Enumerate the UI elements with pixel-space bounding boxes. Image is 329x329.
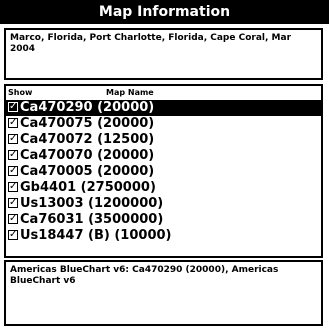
checkbox-checked-icon[interactable]: ✓	[8, 230, 18, 240]
checkbox-checked-icon[interactable]: ✓	[8, 118, 18, 128]
checkbox-checked-icon[interactable]: ✓	[8, 214, 18, 224]
checkbox-checked-icon[interactable]: ✓	[8, 150, 18, 160]
map-information-screen: Map Information Marco, Florida, Port Cha…	[0, 0, 329, 329]
map-name: Ca470075 (20000)	[20, 116, 155, 131]
checkbox-checked-icon[interactable]: ✓	[8, 166, 18, 176]
map-list-row[interactable]: ✓ Ca470075 (20000)	[6, 116, 321, 132]
map-name: Us13003 (1200000)	[20, 196, 164, 211]
map-list-row[interactable]: ✓ Ca470072 (12500)	[6, 132, 321, 148]
selected-map-info-text: Americas BlueChart v6: Ca470290 (20000),…	[10, 265, 279, 286]
selected-map-info-box: Americas BlueChart v6: Ca470290 (20000),…	[4, 260, 323, 326]
map-list-row[interactable]: ✓ Us18447 (B) (10000)	[6, 228, 321, 244]
map-list-row[interactable]: ✓ Ca470290 (20000)	[6, 100, 321, 116]
map-list-header: Show Map Name	[6, 86, 321, 100]
map-list-row[interactable]: ✓ Ca470070 (20000)	[6, 148, 321, 164]
map-list-row[interactable]: ✓ Ca470005 (20000)	[6, 164, 321, 180]
map-name: Gb4401 (2750000)	[20, 180, 156, 195]
map-name: Us18447 (B) (10000)	[20, 228, 172, 243]
map-name: Ca470290 (20000)	[20, 100, 155, 115]
window-title: Map Information	[0, 0, 329, 24]
column-header-map-name: Map Name	[106, 88, 154, 97]
map-name: Ca470072 (12500)	[20, 132, 155, 147]
map-name: Ca470005 (20000)	[20, 164, 155, 179]
column-header-show: Show	[8, 88, 33, 97]
map-list[interactable]: Show Map Name ✓ Ca470290 (20000) ✓ Ca470…	[4, 84, 323, 258]
checkbox-checked-icon[interactable]: ✓	[8, 198, 18, 208]
map-description-box: Marco, Florida, Port Charlotte, Florida,…	[4, 28, 323, 80]
map-list-row[interactable]: ✓ Us13003 (1200000)	[6, 196, 321, 212]
map-list-row[interactable]: ✓ Ca76031 (3500000)	[6, 212, 321, 228]
map-name: Ca470070 (20000)	[20, 148, 155, 163]
checkbox-checked-icon[interactable]: ✓	[8, 182, 18, 192]
map-list-row[interactable]: ✓ Gb4401 (2750000)	[6, 180, 321, 196]
map-description-text: Marco, Florida, Port Charlotte, Florida,…	[10, 33, 292, 54]
checkbox-checked-icon[interactable]: ✓	[8, 102, 18, 112]
map-name: Ca76031 (3500000)	[20, 212, 164, 227]
map-list-rows: ✓ Ca470290 (20000) ✓ Ca470075 (20000) ✓ …	[6, 100, 321, 244]
checkbox-checked-icon[interactable]: ✓	[8, 134, 18, 144]
